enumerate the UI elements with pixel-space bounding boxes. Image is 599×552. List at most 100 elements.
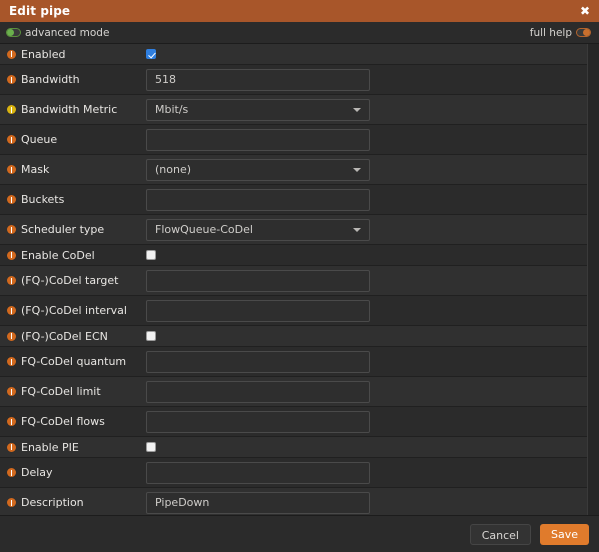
select-input[interactable]: FlowQueue-CoDel: [146, 218, 370, 241]
form-row-label-cell: Bandwidth Metric: [7, 103, 146, 116]
form-row: Enabled: [0, 44, 587, 65]
form-row-label: Queue: [21, 133, 58, 146]
form-row-label-cell: Enable PIE: [7, 441, 146, 454]
full-help-toggle-icon[interactable]: [576, 28, 591, 37]
form-row-control-cell: [146, 350, 587, 373]
text-input[interactable]: [146, 380, 370, 403]
form-row-label: FQ-CoDel quantum: [21, 355, 127, 368]
form-row-label-cell: FQ-CoDel limit: [7, 385, 146, 398]
form-row-label: Bandwidth: [21, 73, 80, 86]
form-row: Buckets: [0, 185, 587, 215]
form-row-label-cell: Delay: [7, 466, 146, 479]
close-icon[interactable]: ✖: [579, 5, 591, 17]
form-row-label-cell: Buckets: [7, 193, 146, 206]
info-icon-orange[interactable]: [7, 417, 16, 426]
form-row-label: Description: [21, 496, 84, 509]
form-row-control-cell: [146, 68, 587, 91]
info-icon-orange[interactable]: [7, 468, 16, 477]
edit-pipe-dialog: Edit pipe ✖ advanced mode full help Enab…: [0, 0, 599, 552]
form-row: FQ-CoDel quantum: [0, 347, 587, 377]
form-row: Scheduler type FlowQueue-CoDel: [0, 215, 587, 245]
form-row: Bandwidth: [0, 65, 587, 95]
save-button[interactable]: Save: [539, 523, 589, 545]
text-input[interactable]: [146, 491, 370, 514]
full-help-toggle[interactable]: full help: [530, 27, 591, 39]
cancel-button[interactable]: Cancel: [469, 523, 531, 545]
form-row-control-cell: Mbit/s: [146, 98, 587, 121]
info-icon-orange[interactable]: [7, 306, 16, 315]
chevron-down-icon[interactable]: [353, 167, 361, 172]
text-input[interactable]: [146, 299, 370, 322]
select-value: Mbit/s: [155, 103, 189, 116]
info-icon-orange[interactable]: [7, 165, 16, 174]
form-row-label: FQ-CoDel flows: [21, 415, 105, 428]
advanced-mode-toggle[interactable]: advanced mode: [6, 27, 109, 39]
form-row-label: (FQ-)CoDel ECN: [21, 329, 108, 343]
form-row-label: Enabled: [21, 47, 66, 61]
info-icon-orange[interactable]: [7, 250, 16, 260]
mode-bar: advanced mode full help: [0, 22, 599, 44]
info-icon-orange[interactable]: [7, 498, 16, 507]
form-row: Queue: [0, 125, 587, 155]
text-input[interactable]: [146, 461, 370, 484]
select-input[interactable]: Mbit/s: [146, 98, 370, 121]
info-icon-orange[interactable]: [7, 49, 16, 59]
form-row-control-cell: [146, 188, 587, 211]
form-row: Enable CoDel: [0, 245, 587, 266]
info-icon-orange[interactable]: [7, 225, 16, 234]
text-input[interactable]: [146, 269, 370, 292]
info-icon-orange[interactable]: [7, 331, 16, 341]
text-input[interactable]: [146, 128, 370, 151]
text-input[interactable]: [146, 410, 370, 433]
form-row-label-cell: Bandwidth: [7, 73, 146, 86]
form-row-label: Delay: [21, 466, 53, 479]
form-row: Bandwidth Metric Mbit/s: [0, 95, 587, 125]
form-row: Enable PIE: [0, 437, 587, 458]
info-icon-orange[interactable]: [7, 387, 16, 396]
form-row-label: Enable PIE: [21, 440, 79, 454]
text-input[interactable]: [146, 188, 370, 211]
info-icon-orange[interactable]: [7, 357, 16, 366]
form-row-control-cell: [146, 128, 587, 151]
chevron-down-icon[interactable]: [353, 107, 361, 112]
form-row-control-cell: FlowQueue-CoDel: [146, 218, 587, 241]
form-row-control-cell: [146, 269, 587, 292]
form-row-control-cell: [146, 380, 587, 403]
dialog-footer: Cancel Save: [0, 515, 599, 552]
advanced-mode-toggle-icon[interactable]: [6, 28, 21, 37]
form-row-label: Enable CoDel: [21, 248, 95, 262]
form-row-control-cell: [146, 331, 587, 341]
form-row-label-cell: Queue: [7, 133, 146, 146]
info-icon-orange[interactable]: [7, 276, 16, 285]
chevron-down-icon[interactable]: [353, 227, 361, 232]
checkbox-input[interactable]: [146, 49, 156, 59]
checkbox-input[interactable]: [146, 331, 156, 341]
info-icon-orange[interactable]: [7, 135, 16, 144]
select-value: FlowQueue-CoDel: [155, 223, 253, 236]
checkbox-input[interactable]: [146, 442, 156, 452]
info-icon-orange[interactable]: [7, 195, 16, 204]
form-scroll-area: Enabled Bandwidth Bandwidth Metric Mbit/s Qu…: [0, 44, 599, 515]
form-row-label: Bandwidth Metric: [21, 103, 118, 116]
text-input[interactable]: [146, 68, 370, 91]
page-title: Edit pipe: [9, 4, 71, 18]
form-row-label-cell: FQ-CoDel flows: [7, 415, 146, 428]
form-row-label-cell: (FQ-)CoDel interval: [7, 304, 146, 317]
pipe-settings-form: Enabled Bandwidth Bandwidth Metric Mbit/s Qu…: [0, 44, 588, 515]
form-row: Description: [0, 488, 587, 515]
text-input[interactable]: [146, 350, 370, 373]
form-row: FQ-CoDel flows: [0, 407, 587, 437]
info-icon-gold[interactable]: [7, 105, 16, 114]
info-icon-orange[interactable]: [7, 75, 16, 84]
dialog-titlebar: Edit pipe ✖: [0, 0, 599, 22]
form-row: (FQ-)CoDel interval: [0, 296, 587, 326]
checkbox-input[interactable]: [146, 250, 156, 260]
form-row-control-cell: [146, 442, 587, 452]
select-input[interactable]: (none): [146, 158, 370, 181]
form-row-label-cell: FQ-CoDel quantum: [7, 355, 146, 368]
form-row-label: (FQ-)CoDel target: [21, 274, 119, 287]
form-row: (FQ-)CoDel ECN: [0, 326, 587, 347]
info-icon-orange[interactable]: [7, 442, 16, 452]
form-row: FQ-CoDel limit: [0, 377, 587, 407]
form-row-control-cell: [146, 250, 587, 260]
